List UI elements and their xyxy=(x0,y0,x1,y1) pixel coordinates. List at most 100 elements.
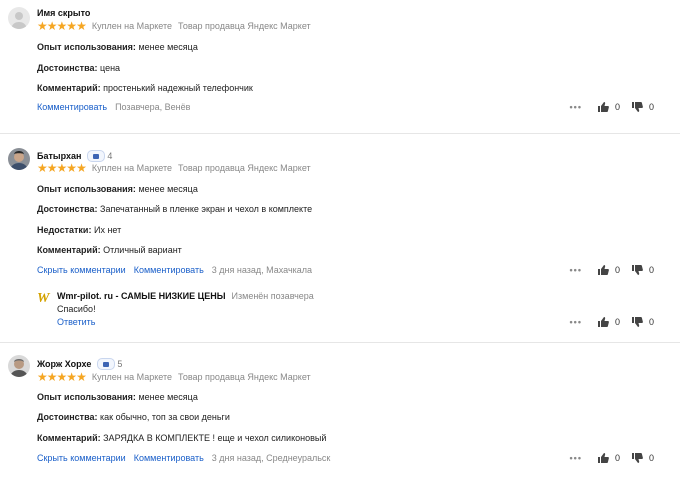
reply-vote-controls: ••• 0 0 xyxy=(570,317,654,327)
badge-count: 4 xyxy=(107,151,113,161)
star-icon: ★ xyxy=(46,19,58,33)
more-icon[interactable]: ••• xyxy=(570,102,582,112)
comment-button[interactable]: Комментировать xyxy=(134,265,204,275)
dislike-count: 0 xyxy=(648,317,654,327)
thumb-up-icon[interactable] xyxy=(597,265,609,275)
review-actions: Скрыть комментарии Комментировать 3 дня … xyxy=(37,265,312,275)
dislike-count: 0 xyxy=(648,265,654,275)
star-icon: ★ xyxy=(76,161,87,175)
thumb-down-icon[interactable] xyxy=(631,317,643,327)
rating-stars: ★ ★ ★ ★ ★ xyxy=(37,19,87,33)
star-icon: ★ xyxy=(37,370,48,384)
dislike-count: 0 xyxy=(648,102,654,112)
star-icon: ★ xyxy=(37,19,48,33)
seller-logo: W xyxy=(37,291,50,306)
date-location: Позавчера, Венёв xyxy=(115,102,191,112)
date-location: 3 дня назад, Махачкала xyxy=(211,265,313,275)
author-line: Жорж Хорхе 5 xyxy=(37,358,122,370)
star-icon: ★ xyxy=(66,19,77,33)
reviewer-badge[interactable]: 4 xyxy=(87,150,112,162)
experience-label: Опыт использования: xyxy=(37,42,136,52)
author-name[interactable]: Имя скрыто xyxy=(37,8,90,18)
like-count: 0 xyxy=(614,317,620,327)
thumb-down-icon[interactable] xyxy=(631,453,643,463)
avatar[interactable] xyxy=(8,148,30,170)
more-icon[interactable]: ••• xyxy=(570,453,582,463)
reply-button[interactable]: Ответить xyxy=(57,317,95,327)
comment-value: простенький надежный телефончик xyxy=(103,83,253,93)
purchased-label: Куплен на Маркете xyxy=(91,372,173,382)
pros-label: Достоинства: xyxy=(37,204,98,214)
star-icon: ★ xyxy=(56,19,68,33)
vote-controls: ••• 0 0 xyxy=(570,265,654,275)
date-location: 3 дня назад, Среднеуральск xyxy=(211,453,331,463)
more-icon[interactable]: ••• xyxy=(570,317,582,327)
dislike-count: 0 xyxy=(648,453,654,463)
seller-label: Товар продавца Яндекс Маркет xyxy=(178,163,311,173)
pros-field: Достоинства: как обычно, топ за свои ден… xyxy=(37,412,230,422)
vote-controls: ••• 0 0 xyxy=(570,102,654,112)
thumb-up-icon[interactable] xyxy=(597,453,609,463)
comment-field: Комментарий: Отличный вариант xyxy=(37,245,182,255)
divider xyxy=(0,342,680,343)
like-count: 0 xyxy=(614,453,620,463)
star-icon: ★ xyxy=(46,370,58,384)
star-icon: ★ xyxy=(76,370,87,384)
badge-count: 5 xyxy=(117,359,123,369)
review-meta: ★ ★ ★ ★ ★ Куплен на Маркете Товар продавца Я… xyxy=(37,161,311,175)
reply-author[interactable]: Wmr-pilot. ru - САМЫЕ НИЗКИЕ ЦЕНЫ xyxy=(57,291,226,301)
thumb-up-icon[interactable] xyxy=(597,317,609,327)
rating-stars: ★ ★ ★ ★ ★ xyxy=(37,161,87,175)
reviewer-badge[interactable]: 5 xyxy=(97,358,122,370)
experience-value: менее месяца xyxy=(138,392,198,402)
star-icon: ★ xyxy=(37,161,48,175)
experience-field: Опыт использования: менее месяца xyxy=(37,184,198,194)
purchased-label: Куплен на Маркете xyxy=(91,163,173,173)
seller-label: Товар продавца Яндекс Маркет xyxy=(178,21,311,31)
hide-comments-button[interactable]: Скрыть комментарии xyxy=(37,453,126,463)
review-actions: Комментировать Позавчера, Венёв xyxy=(37,102,190,112)
pros-field: Достоинства: Запечатанный в пленке экран… xyxy=(37,204,312,214)
author-name[interactable]: Батырхан xyxy=(37,151,81,161)
thumb-down-icon[interactable] xyxy=(631,102,643,112)
star-icon: ★ xyxy=(76,19,87,33)
like-count: 0 xyxy=(614,265,620,275)
author-name[interactable]: Жорж Хорхе xyxy=(37,359,91,369)
experience-value: менее месяца xyxy=(138,184,198,194)
more-icon[interactable]: ••• xyxy=(570,265,582,275)
star-icon: ★ xyxy=(66,161,77,175)
comment-field: Комментарий: ЗАРЯДКА В КОМПЛЕКТЕ ! еще и… xyxy=(37,433,326,443)
star-icon: ★ xyxy=(66,370,77,384)
thumb-up-icon[interactable] xyxy=(597,102,609,112)
comment-button[interactable]: Комментировать xyxy=(134,453,204,463)
avatar[interactable] xyxy=(8,7,30,29)
like-count: 0 xyxy=(614,102,620,112)
reviewer-level-icon xyxy=(87,150,106,162)
comment-label: Комментарий: xyxy=(37,83,101,93)
pros-value: цена xyxy=(100,63,121,73)
reply-text: Спасибо! xyxy=(57,304,96,314)
seller-label: Товар продавца Яндекс Маркет xyxy=(178,372,311,382)
avatar[interactable] xyxy=(8,355,30,377)
purchased-label: Куплен на Маркете xyxy=(91,21,173,31)
review-meta: ★ ★ ★ ★ ★ Куплен на Маркете Товар продавца Я… xyxy=(37,19,311,33)
review-actions: Скрыть комментарии Комментировать 3 дня … xyxy=(37,453,330,463)
pros-label: Достоинства: xyxy=(37,63,98,73)
comment-label: Комментарий: xyxy=(37,433,101,443)
author-line: Имя скрыто xyxy=(37,8,90,18)
hide-comments-button[interactable]: Скрыть комментарии xyxy=(37,265,126,275)
rating-stars: ★ ★ ★ ★ ★ xyxy=(37,370,87,384)
cons-field: Недостатки: Их нет xyxy=(37,225,121,235)
star-icon: ★ xyxy=(56,161,68,175)
pros-field: Достоинства: цена xyxy=(37,63,120,73)
comment-value: ЗАРЯДКА В КОМПЛЕКТЕ ! еще и чехол силико… xyxy=(103,433,327,443)
star-icon: ★ xyxy=(56,370,68,384)
review-meta: ★ ★ ★ ★ ★ Куплен на Маркете Товар продавца Я… xyxy=(37,370,311,384)
comment-label: Комментарий: xyxy=(37,245,101,255)
pros-value: Запечатанный в пленке экран и чехол в ко… xyxy=(100,204,313,214)
thumb-down-icon[interactable] xyxy=(631,265,643,275)
comment-button[interactable]: Комментировать xyxy=(37,102,107,112)
vote-controls: ••• 0 0 xyxy=(570,453,654,463)
cons-value: Их нет xyxy=(93,225,122,235)
comment-value: Отличный вариант xyxy=(103,245,182,255)
